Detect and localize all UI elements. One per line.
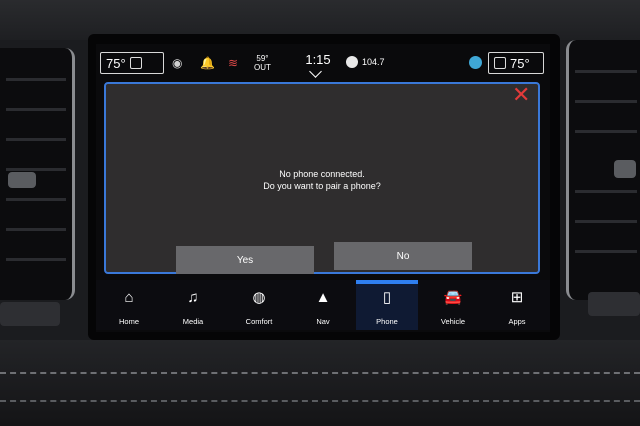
yes-button[interactable]: Yes (176, 246, 314, 274)
dialog-message: No phone connected. Do you want to pair … (263, 169, 381, 191)
no-button[interactable]: No (334, 242, 472, 270)
nav-navigation[interactable]: ▲ Nav (292, 280, 354, 330)
nav-apps[interactable]: ⊞ Apps (486, 280, 548, 330)
nav-comfort[interactable]: ◍ Comfort (228, 280, 290, 330)
radio-source-icon (346, 56, 358, 68)
apps-grid-icon: ⊞ (510, 289, 524, 306)
phone-icon: ▯ (382, 289, 392, 306)
dashboard-stitching (0, 372, 640, 374)
vehicle-icon: 🚘 (443, 289, 463, 306)
clock: 1:15 (305, 52, 331, 67)
wifi-icon: ≋ (228, 56, 239, 70)
nav-vehicle[interactable]: 🚘 Vehicle (422, 280, 484, 330)
bottom-nav-bar: ⌂ Home ♫ Media ◍ Comfort ▲ Nav ▯ Phone 🚘… (96, 280, 550, 330)
lower-dashboard (0, 340, 640, 426)
chevron-down-icon[interactable] (309, 65, 322, 78)
voice-command-icon[interactable]: ◉ (172, 56, 182, 70)
navigation-icon: ▲ (315, 289, 331, 306)
nav-media[interactable]: ♫ Media (162, 280, 224, 330)
comfort-icon: ◍ (252, 289, 266, 306)
heated-seat-icon (129, 57, 142, 69)
passenger-temp: 75° (510, 55, 530, 71)
pair-phone-dialog: ✕ No phone connected. Do you want to pai… (104, 82, 540, 274)
home-icon: ⌂ (124, 289, 134, 306)
passenger-temp-button[interactable]: 75° (488, 52, 544, 74)
dashboard-stitching (0, 400, 640, 402)
close-icon[interactable]: ✕ (512, 84, 530, 106)
radio-frequency[interactable]: 104.7 (362, 57, 385, 67)
music-note-icon: ♫ (187, 289, 199, 306)
driver-temp-button[interactable]: 75° (100, 52, 164, 74)
status-bar: 75° ◉ 🔔 ≋ 59° OUT 1:15 104.7 75° (96, 48, 550, 78)
right-vent-knob[interactable] (614, 160, 636, 178)
notification-bell-icon[interactable]: 🔔 (200, 56, 215, 70)
left-vent-knob[interactable] (8, 172, 36, 188)
driver-temp: 75° (106, 55, 126, 71)
outside-temperature: 59° OUT (254, 54, 271, 72)
right-vent-control[interactable] (588, 292, 640, 316)
sync-icon[interactable] (469, 56, 482, 69)
heated-seat-icon (494, 57, 506, 69)
nav-phone[interactable]: ▯ Phone (356, 280, 418, 330)
nav-home[interactable]: ⌂ Home (98, 280, 160, 330)
left-vent-control[interactable] (0, 302, 60, 326)
